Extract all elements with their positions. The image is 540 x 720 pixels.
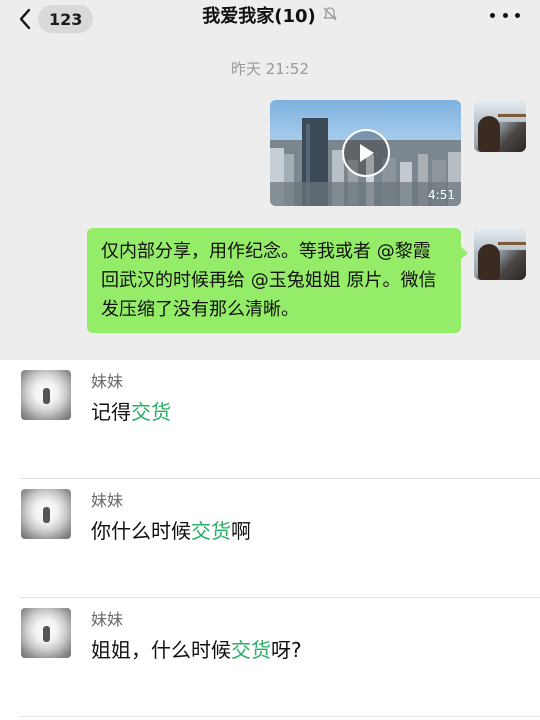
comment-item[interactable]: 妹妹你什么时候交货啊 <box>0 479 540 598</box>
comment-item[interactable]: 妹妹记得交货 <box>0 360 540 479</box>
comment-keyword-link[interactable]: 交货 <box>131 400 171 424</box>
comment-text: 姐姐，什么时候交货呀? <box>91 634 302 663</box>
video-message[interactable]: 4:51 <box>270 100 461 206</box>
comment-text-before: 记得 <box>91 400 131 424</box>
comment-author: 妹妹 <box>91 372 124 391</box>
comment-item[interactable]: 妹妹姐姐，什么时候交货呀? <box>0 598 540 717</box>
divider <box>20 716 540 717</box>
comment-author: 妹妹 <box>91 610 124 629</box>
avatar[interactable] <box>21 370 71 420</box>
text-message-bubble[interactable]: 仅内部分享，用作纪念。等我或者 @黎霞 回武汉的时候再给 @玉兔姐姐 原片。微信… <box>87 228 468 333</box>
bell-off-icon <box>322 4 338 30</box>
chat-title: 我爱我家(10) <box>0 4 540 30</box>
comment-author: 妹妹 <box>91 491 124 510</box>
avatar[interactable] <box>21 489 71 539</box>
comment-text-after: 呀? <box>271 638 302 662</box>
more-dots-icon[interactable] <box>490 10 520 20</box>
comment-text: 记得交货 <box>91 396 171 425</box>
message-timestamp: 昨天 21:52 <box>231 60 309 78</box>
video-duration: 4:51 <box>428 188 455 202</box>
play-icon[interactable] <box>342 129 390 177</box>
my-avatar[interactable] <box>474 100 526 152</box>
comment-keyword-link[interactable]: 交货 <box>231 638 271 662</box>
navbar: 123 我爱我家(10) <box>0 0 540 42</box>
chat-panel: 123 我爱我家(10) 昨天 21:52 4:51 仅内部分享，用作纪念。等我… <box>0 0 540 360</box>
comment-text-after: 啊 <box>231 519 251 543</box>
avatar[interactable] <box>21 608 71 658</box>
comment-keyword-link[interactable]: 交货 <box>191 519 231 543</box>
my-avatar[interactable] <box>474 228 526 280</box>
comment-text-before: 姐姐，什么时候 <box>91 638 231 662</box>
comment-text: 你什么时候交货啊 <box>91 515 251 544</box>
comment-text-before: 你什么时候 <box>91 519 191 543</box>
chat-title-text: 我爱我家(10) <box>202 6 316 27</box>
